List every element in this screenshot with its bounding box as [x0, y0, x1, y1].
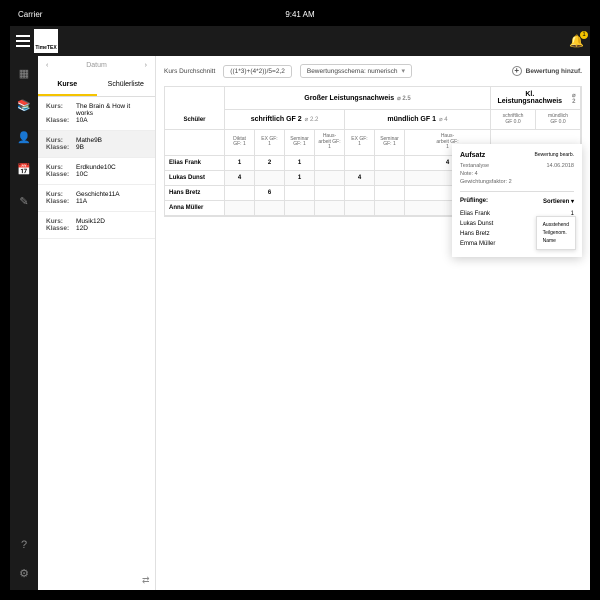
course-item[interactable]: Kurs:Mathe9B Klasse:9B: [38, 131, 155, 158]
course-item[interactable]: Kurs:Geschichte11A Klasse:11A: [38, 185, 155, 212]
date-prev-icon[interactable]: ‹: [46, 62, 48, 69]
tab-courses[interactable]: Kurse: [38, 75, 97, 96]
library-icon[interactable]: 📚: [17, 98, 31, 112]
sort-button[interactable]: Sortieren ▾: [543, 198, 574, 205]
grades-content: Kurs Durchschnitt ((1*3)+(4*2))/5=2,2 Be…: [156, 56, 590, 590]
transfer-icon[interactable]: ⇄: [142, 575, 150, 586]
menu-icon[interactable]: [16, 35, 30, 47]
plus-icon: +: [512, 66, 522, 76]
students-icon[interactable]: 👤: [17, 130, 31, 144]
popup-title: Aufsatz: [460, 152, 485, 159]
notification-icon[interactable]: 🔔1: [569, 34, 584, 48]
course-sidebar: ‹ Datum › Kurse Schülerliste Kurs:The Br…: [38, 56, 156, 590]
course-item[interactable]: Kurs:Erdkunde10C Klasse:10C: [38, 158, 155, 185]
calendar-icon[interactable]: 📅: [17, 162, 31, 176]
student-header: Schüler: [165, 110, 225, 130]
brand-logo: TimeTEX: [34, 29, 58, 53]
help-icon[interactable]: ?: [17, 538, 31, 552]
dashboard-icon[interactable]: ▦: [17, 66, 31, 80]
group-big-header: Großer Leistungsnachweis⌀ 2.5: [225, 87, 491, 110]
status-carrier: Carrier: [18, 10, 42, 19]
course-item[interactable]: Kurs:Musik12D Klasse:12D: [38, 212, 155, 239]
grade-detail-popup: AufsatzBewertung bearb. Textanalyse14.06…: [452, 144, 582, 257]
notif-badge: 1: [580, 31, 588, 39]
tab-students[interactable]: Schülerliste: [97, 75, 156, 96]
popup-edit-link[interactable]: Bewertung bearb.: [535, 152, 574, 159]
app-topbar: TimeTEX 🔔1: [10, 26, 590, 56]
nav-rail: ▦ 📚 👤 📅 ✎ ? ⚙: [10, 56, 38, 590]
date-label: Datum: [86, 62, 107, 69]
scheme-select[interactable]: Bewertungsschema: numerisch▾: [300, 64, 412, 78]
add-grade-button[interactable]: +Bewertung hinzuf.: [512, 66, 582, 76]
date-next-icon[interactable]: ›: [145, 62, 147, 69]
status-time: 9:41 AM: [285, 10, 314, 19]
sort-menu[interactable]: Ausstehend Teilgenom. Name: [536, 216, 576, 250]
avg-label: Kurs Durchschnitt: [164, 68, 215, 75]
avg-formula: ((1*3)+(4*2))/5=2,2: [223, 65, 292, 78]
edit-icon[interactable]: ✎: [17, 194, 31, 208]
group-small-header: Kl. Leistungsnachweis⌀ 2: [491, 87, 581, 110]
settings-icon[interactable]: ⚙: [17, 566, 31, 580]
course-item[interactable]: Kurs:The Brain & How it works Klasse:10A: [38, 97, 155, 131]
